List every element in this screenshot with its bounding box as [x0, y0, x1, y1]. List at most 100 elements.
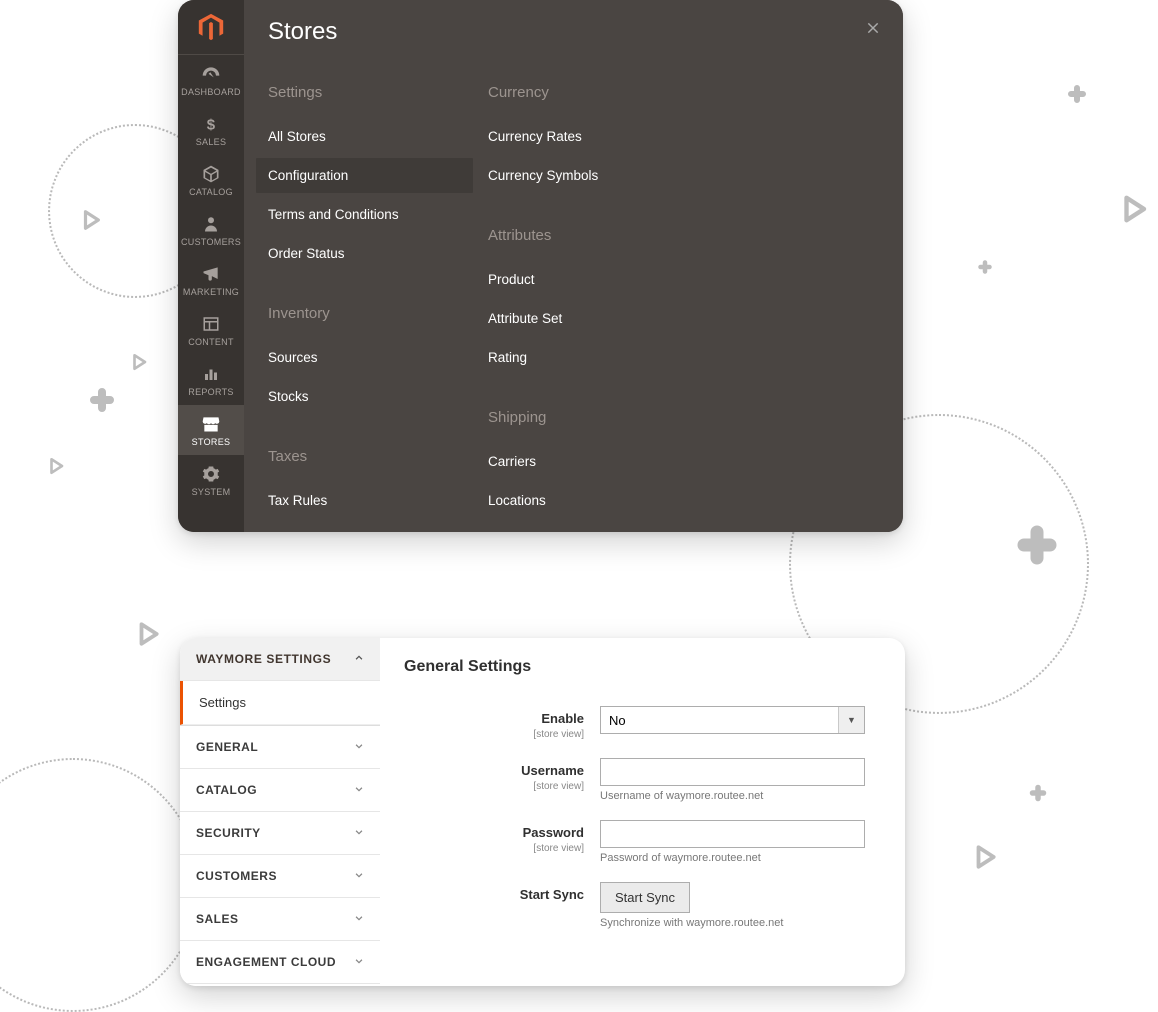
- form-helper: Synchronize with waymore.routee.net: [600, 917, 877, 929]
- plus-icon: [1027, 782, 1049, 804]
- nav-item-label: CUSTOMERS: [181, 237, 241, 247]
- config-section[interactable]: GENERAL: [180, 726, 380, 769]
- config-section-label: CUSTOMERS: [196, 869, 277, 883]
- config-main-title: General Settings: [404, 658, 877, 676]
- nav-item-label: CONTENT: [188, 337, 234, 347]
- flyout-group-title: Shipping: [488, 409, 688, 426]
- nav-item-reports[interactable]: REPORTS: [178, 355, 244, 405]
- nav-item-catalog[interactable]: CATALOG: [178, 155, 244, 205]
- chevron-down-icon: [354, 784, 364, 797]
- start-sync-button[interactable]: Start Sync: [600, 882, 690, 913]
- flyout-title: Stores: [268, 18, 879, 46]
- select-value: No: [601, 707, 838, 733]
- plus-icon: [976, 258, 994, 276]
- nav-item-customers[interactable]: CUSTOMERS: [178, 205, 244, 255]
- form-scope: [store view]: [404, 729, 584, 740]
- plus-icon: [1065, 82, 1089, 106]
- play-icon: [80, 209, 102, 236]
- play-icon: [972, 844, 998, 875]
- config-section-label: SECURITY: [196, 826, 261, 840]
- config-section-label: ENGAGEMENT CLOUD: [196, 955, 336, 969]
- play-icon: [135, 621, 161, 652]
- flyout-link[interactable]: Currency Rates: [476, 119, 693, 154]
- chevron-up-icon: [354, 653, 364, 666]
- admin-nav-rail: DASHBOARD $ SALES CATALOG CUSTOMERS: [178, 0, 244, 532]
- flyout-group: ShippingCarriersLocations: [488, 409, 688, 518]
- nav-item-content[interactable]: CONTENT: [178, 305, 244, 355]
- flyout-link[interactable]: Order Status: [256, 236, 473, 271]
- enable-select[interactable]: No ▼: [600, 706, 865, 734]
- flyout-group-title: Currency: [488, 84, 688, 101]
- config-section[interactable]: SALES: [180, 898, 380, 941]
- stores-flyout: Stores SettingsAll StoresConfigurationTe…: [244, 0, 903, 532]
- flyout-link[interactable]: All Stores: [256, 119, 473, 154]
- form-label: Start Sync: [520, 887, 584, 902]
- password-input[interactable]: [600, 820, 865, 848]
- dashboard-icon: [200, 63, 222, 85]
- nav-item-label: SALES: [196, 137, 227, 147]
- config-section-label: WAYMORE SETTINGS: [196, 652, 331, 666]
- form-label: Username: [521, 763, 584, 778]
- config-section-waymore[interactable]: WAYMORE SETTINGS: [180, 638, 380, 681]
- bg-dotted-circle: [0, 758, 200, 1012]
- flyout-link[interactable]: Rating: [476, 340, 693, 375]
- nav-item-label: STORES: [192, 437, 231, 447]
- nav-item-dashboard[interactable]: DASHBOARD: [178, 55, 244, 105]
- flyout-link[interactable]: Tax Rules: [256, 483, 473, 518]
- layout-icon: [200, 313, 222, 335]
- plus-icon: [1011, 519, 1063, 571]
- config-section[interactable]: CUSTOMERS: [180, 855, 380, 898]
- chevron-down-icon: [354, 956, 364, 969]
- form-helper: Password of waymore.routee.net: [600, 852, 877, 864]
- stores-flyout-panel: DASHBOARD $ SALES CATALOG CUSTOMERS: [178, 0, 903, 532]
- dollar-icon: $: [200, 113, 222, 135]
- gear-icon: [200, 463, 222, 485]
- config-section-label: GENERAL: [196, 740, 258, 754]
- nav-item-label: SYSTEM: [192, 487, 231, 497]
- flyout-link[interactable]: Sources: [256, 340, 473, 375]
- magento-logo[interactable]: [178, 0, 244, 55]
- config-sidebar: WAYMORE SETTINGS Settings GENERAL CATALOG…: [180, 638, 380, 986]
- nav-item-marketing[interactable]: MARKETING: [178, 255, 244, 305]
- config-section-label: SALES: [196, 912, 239, 926]
- flyout-link[interactable]: Product: [476, 262, 693, 297]
- flyout-group-title: Settings: [268, 84, 468, 101]
- config-main: General Settings Enable [store view] No …: [380, 638, 905, 986]
- nav-item-stores[interactable]: STORES: [178, 405, 244, 455]
- flyout-link[interactable]: Currency Symbols: [476, 158, 693, 193]
- nav-item-label: DASHBOARD: [181, 87, 241, 97]
- form-label: Enable: [541, 711, 584, 726]
- config-section[interactable]: SECURITY: [180, 812, 380, 855]
- flyout-link[interactable]: Carriers: [476, 444, 693, 479]
- nav-item-label: REPORTS: [188, 387, 233, 397]
- play-icon: [1119, 194, 1149, 229]
- form-row-sync: Start Sync Start Sync Synchronize with w…: [404, 882, 877, 929]
- nav-item-system[interactable]: SYSTEM: [178, 455, 244, 505]
- bar-chart-icon: [200, 363, 222, 385]
- close-icon[interactable]: [863, 18, 883, 38]
- chevron-down-icon: [354, 741, 364, 754]
- config-section-label: CATALOG: [196, 783, 257, 797]
- flyout-link[interactable]: Locations: [476, 483, 693, 518]
- config-section[interactable]: CATALOG: [180, 769, 380, 812]
- flyout-column: SettingsAll StoresConfigurationTerms and…: [268, 84, 468, 532]
- nav-item-label: MARKETING: [183, 287, 239, 297]
- configuration-panel: WAYMORE SETTINGS Settings GENERAL CATALOG…: [180, 638, 905, 986]
- flyout-link[interactable]: Stocks: [256, 379, 473, 414]
- flyout-link[interactable]: Terms and Conditions: [256, 197, 473, 232]
- flyout-group-title: Taxes: [268, 448, 468, 465]
- nav-item-sales[interactable]: $ SALES: [178, 105, 244, 155]
- username-input[interactable]: [600, 758, 865, 786]
- config-subitem-settings[interactable]: Settings: [180, 681, 380, 725]
- play-icon: [47, 457, 65, 480]
- flyout-column: CurrencyCurrency RatesCurrency SymbolsAt…: [488, 84, 688, 532]
- flyout-link[interactable]: Configuration: [256, 158, 473, 193]
- config-subitem-label: Settings: [199, 695, 246, 710]
- flyout-group: AttributesProductAttribute SetRating: [488, 227, 688, 375]
- chevron-down-icon: [354, 913, 364, 926]
- flyout-link[interactable]: Attribute Set: [476, 301, 693, 336]
- form-scope: [store view]: [404, 843, 584, 854]
- chevron-down-icon: [354, 870, 364, 883]
- config-section[interactable]: ENGAGEMENT CLOUD: [180, 941, 380, 984]
- svg-text:$: $: [207, 116, 216, 133]
